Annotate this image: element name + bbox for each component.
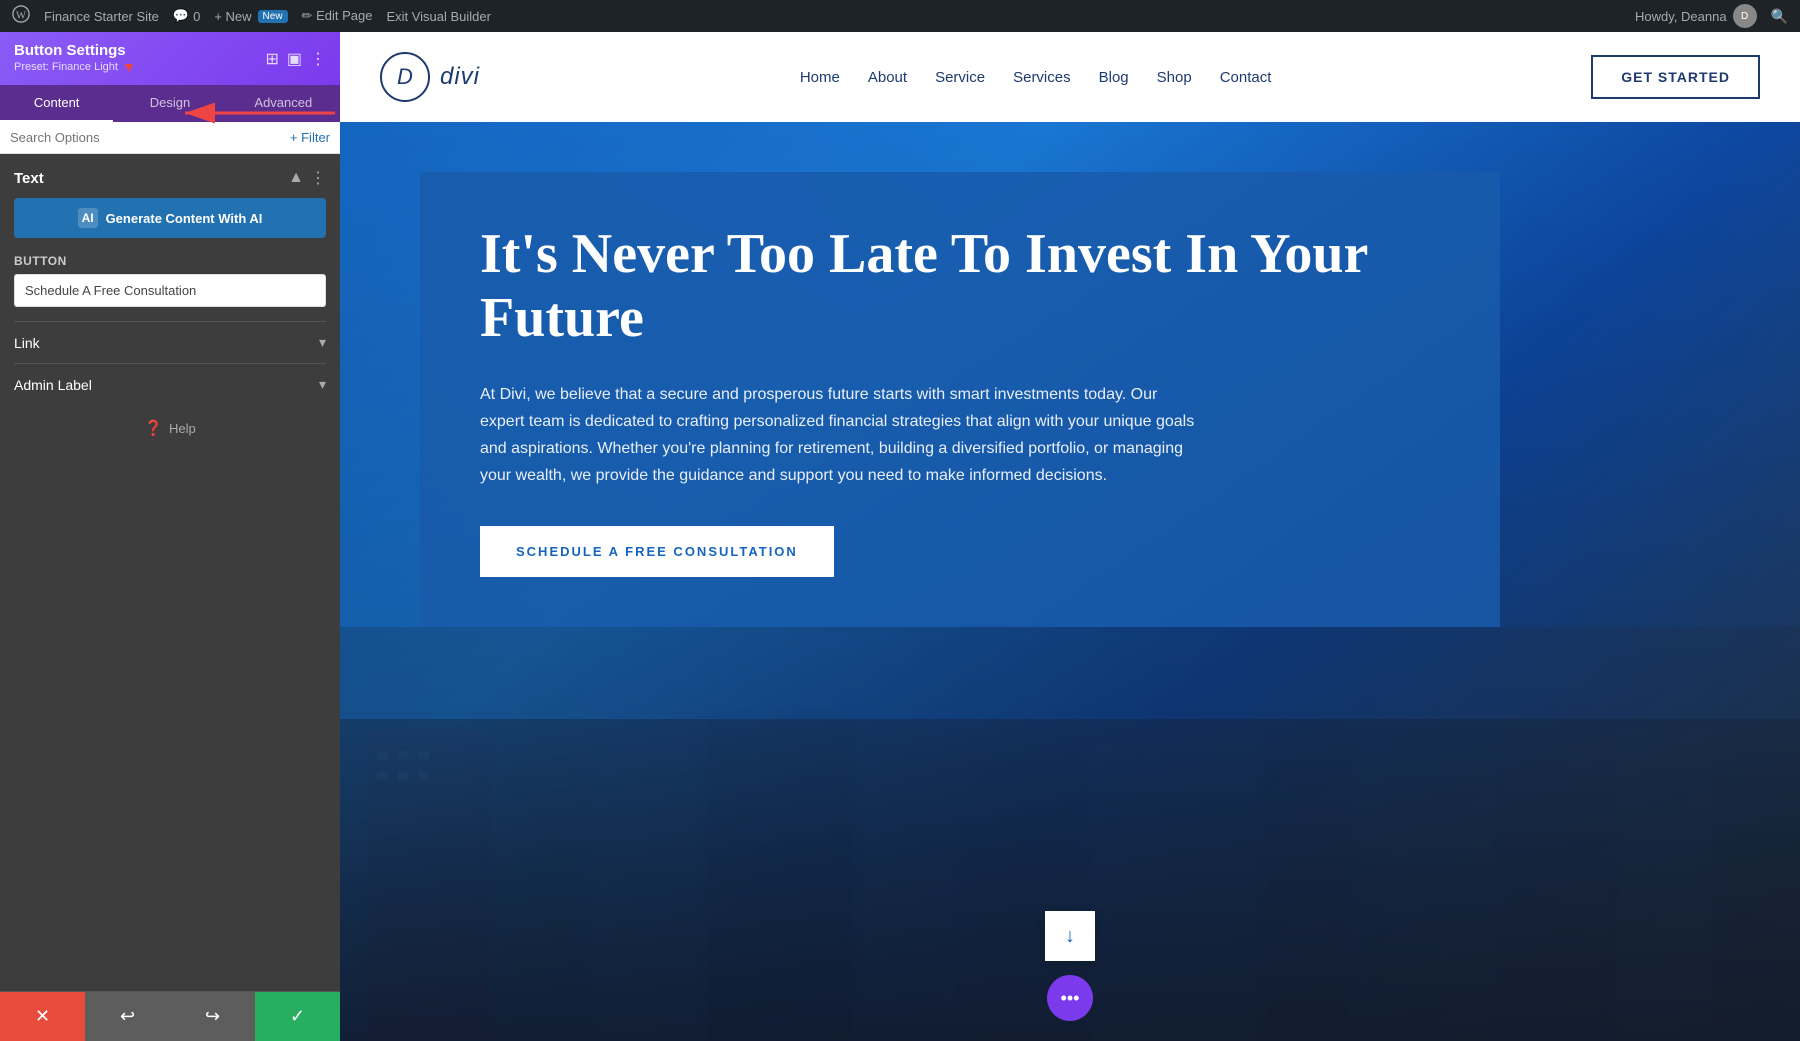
sidebar: Button Settings Preset: Finance Light ▼ …: [0, 32, 340, 1041]
link-section: Link ▾: [14, 321, 326, 363]
site-name[interactable]: Finance Starter Site: [44, 9, 159, 24]
comments-count: 0: [193, 9, 200, 24]
nav-shop[interactable]: Shop: [1157, 69, 1192, 86]
user-menu[interactable]: Howdy, Deanna D: [1635, 4, 1757, 28]
nav-services[interactable]: Services: [1013, 69, 1071, 86]
comment-icon: 💬: [173, 8, 189, 24]
nav-contact[interactable]: Contact: [1220, 69, 1272, 86]
new-label: + New: [214, 9, 251, 24]
svg-text:W: W: [16, 9, 27, 21]
tab-content[interactable]: Content: [0, 85, 113, 122]
help-icon: ❓: [144, 419, 163, 437]
ai-button-label: Generate Content With AI: [106, 211, 263, 226]
layout-icon[interactable]: ▣: [287, 49, 302, 69]
website-preview: D divi Home About Service Services Blog …: [340, 32, 1800, 1041]
generate-ai-button[interactable]: AI Generate Content With AI: [14, 198, 326, 238]
sidebar-search-bar: + Filter: [0, 122, 340, 154]
exit-visual-builder-link[interactable]: Exit Visual Builder: [386, 9, 491, 24]
logo-text: divi: [440, 63, 480, 91]
search-input[interactable]: [10, 130, 284, 145]
admin-label-title: Admin Label: [14, 377, 92, 393]
nav-about[interactable]: About: [868, 69, 907, 86]
cancel-button[interactable]: ✕: [0, 992, 85, 1041]
hero-title: It's Never Too Late To Invest In Your Fu…: [480, 222, 1440, 351]
new-badge: New: [258, 10, 288, 23]
hero-cta-button[interactable]: SCHEDULE A FREE CONSULTATION: [480, 526, 834, 577]
root: W Finance Starter Site 💬 0 + New New ✏ E…: [0, 0, 1800, 1041]
sidebar-tabs: Content Design Advanced: [0, 85, 340, 122]
main-area: Button Settings Preset: Finance Light ▼ …: [0, 32, 1800, 1041]
sidebar-header-info: Button Settings Preset: Finance Light ▼: [14, 42, 136, 75]
button-text-input[interactable]: [14, 274, 326, 307]
sidebar-content: Text ▲ ⋮ AI Generate Content With AI But…: [0, 154, 340, 991]
sidebar-title: Button Settings: [14, 42, 136, 59]
responsive-icon[interactable]: ⊞: [265, 49, 278, 69]
filter-button[interactable]: + Filter: [290, 130, 330, 145]
text-section-controls: ▲ ⋮: [288, 168, 326, 188]
hero-content-box: It's Never Too Late To Invest In Your Fu…: [420, 172, 1500, 627]
purple-dots-menu[interactable]: •••: [1047, 975, 1093, 1021]
nav-home[interactable]: Home: [800, 69, 840, 86]
section-more-icon[interactable]: ⋮: [310, 168, 326, 188]
site-logo: D divi: [380, 52, 480, 102]
nav-service[interactable]: Service: [935, 69, 985, 86]
site-nav: Home About Service Services Blog Shop Co…: [800, 69, 1272, 86]
hero-section: It's Never Too Late To Invest In Your Fu…: [340, 122, 1800, 1041]
new-button[interactable]: + New New: [214, 9, 287, 24]
admin-label-section: Admin Label ▾: [14, 363, 326, 405]
collapse-icon[interactable]: ▲: [288, 169, 304, 187]
site-header: D divi Home About Service Services Blog …: [340, 32, 1800, 122]
button-label: Button: [14, 254, 326, 268]
edit-page-link[interactable]: ✏ Edit Page: [302, 8, 373, 24]
text-section-header: Text ▲ ⋮: [14, 168, 326, 188]
wordpress-icon: W: [12, 5, 30, 28]
sidebar-header-icons: ⊞ ▣ ⋮: [265, 49, 326, 69]
logo-circle: D: [380, 52, 430, 102]
sidebar-preset: Preset: Finance Light ▼: [14, 59, 136, 75]
save-button[interactable]: ✓: [255, 992, 340, 1041]
more-options-icon[interactable]: ⋮: [310, 49, 326, 69]
help-row[interactable]: ❓ Help: [14, 405, 326, 451]
button-field-section: Button: [14, 254, 326, 307]
howdy-text: Howdy, Deanna: [1635, 9, 1727, 24]
scroll-down-arrow-icon: ↓: [1065, 925, 1075, 948]
ai-icon: AI: [78, 208, 98, 228]
tab-design[interactable]: Design: [113, 85, 226, 122]
wp-admin-bar: W Finance Starter Site 💬 0 + New New ✏ E…: [0, 0, 1800, 32]
get-started-button[interactable]: GET STARTED: [1591, 55, 1760, 99]
avatar: D: [1733, 4, 1757, 28]
admin-label-header[interactable]: Admin Label ▾: [14, 376, 326, 393]
search-icon[interactable]: 🔍: [1771, 8, 1788, 25]
nav-blog[interactable]: Blog: [1099, 69, 1129, 86]
tab-advanced[interactable]: Advanced: [227, 85, 340, 122]
scroll-down-button[interactable]: ↓: [1045, 911, 1095, 961]
link-section-title: Link: [14, 335, 40, 351]
redo-button[interactable]: ↪: [170, 992, 255, 1041]
text-section-title: Text: [14, 170, 44, 187]
dots-icon: •••: [1061, 988, 1080, 1009]
sidebar-header: Button Settings Preset: Finance Light ▼ …: [0, 32, 340, 85]
hero-description: At Divi, we believe that a secure and pr…: [480, 381, 1200, 490]
undo-button[interactable]: ↩: [85, 992, 170, 1041]
link-section-header[interactable]: Link ▾: [14, 334, 326, 351]
comments-link[interactable]: 💬 0: [173, 8, 200, 24]
link-chevron-icon: ▾: [319, 334, 326, 351]
help-label: Help: [169, 421, 196, 436]
admin-chevron-icon: ▾: [319, 376, 326, 393]
sidebar-footer: ✕ ↩ ↪ ✓: [0, 991, 340, 1041]
